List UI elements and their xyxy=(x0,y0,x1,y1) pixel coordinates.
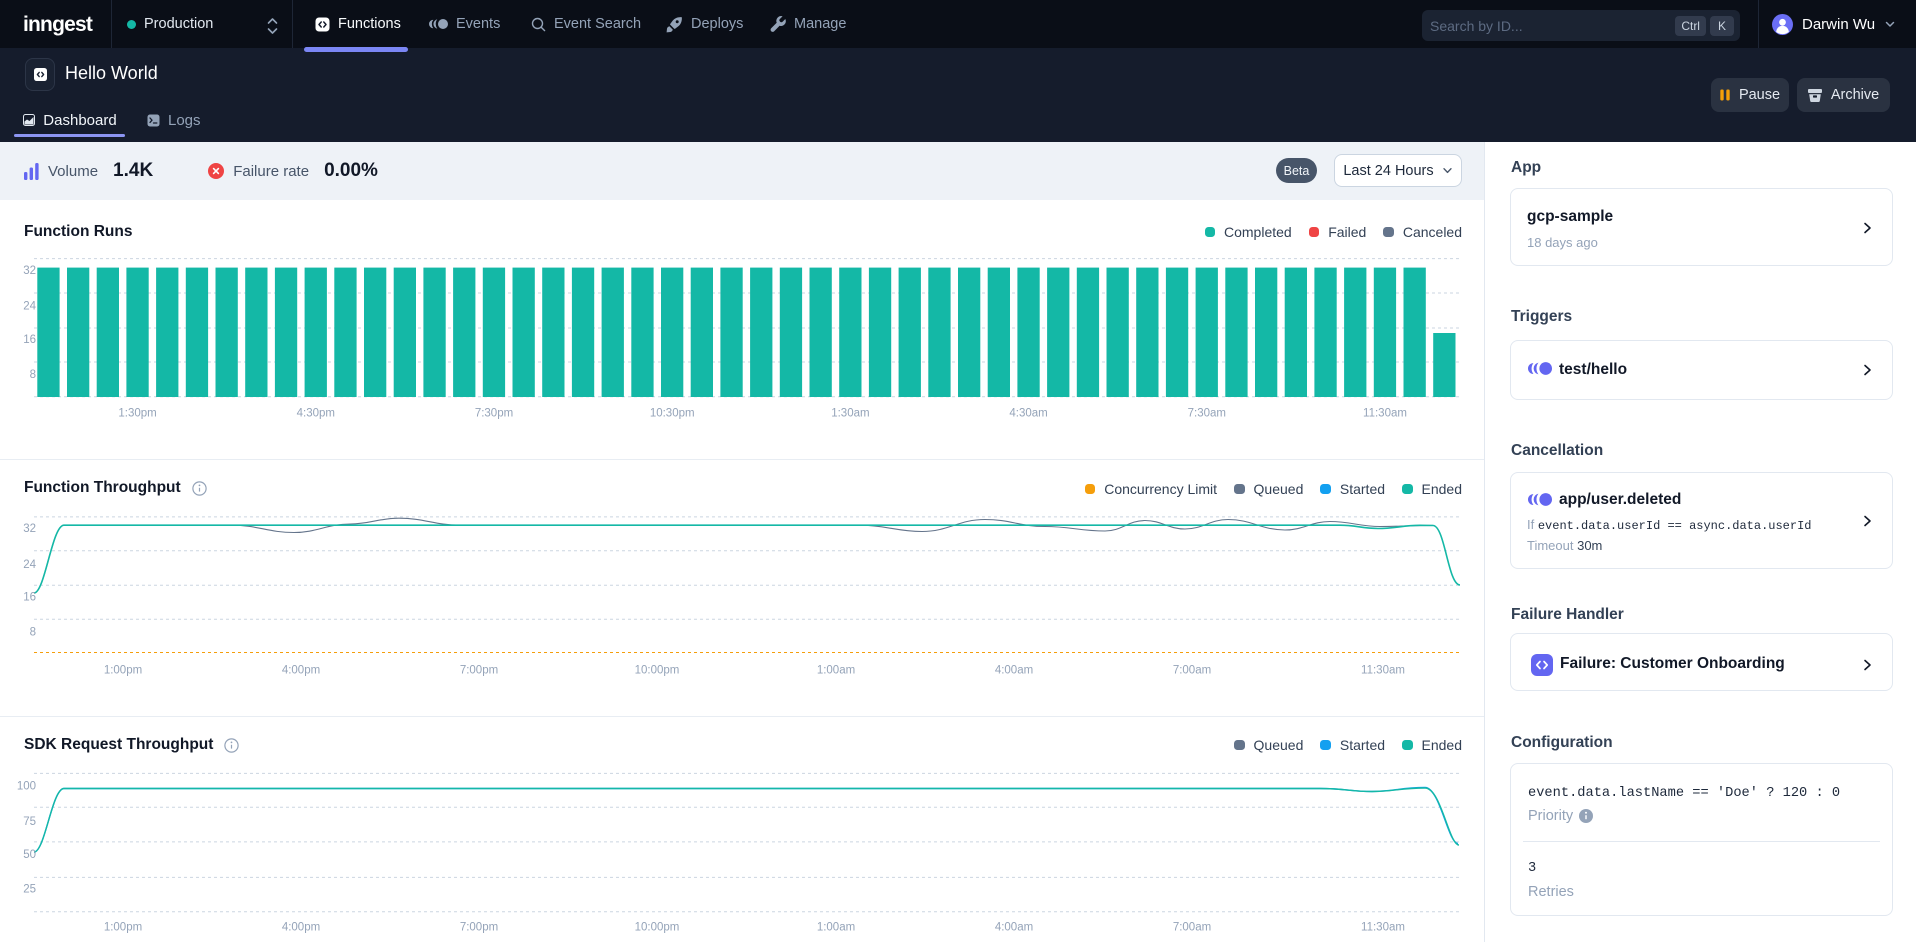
svg-text:7:00am: 7:00am xyxy=(1173,665,1211,677)
svg-text:100: 100 xyxy=(17,781,36,793)
svg-text:8: 8 xyxy=(30,369,36,381)
svg-text:1:30am: 1:30am xyxy=(831,407,869,419)
svg-text:11:30am: 11:30am xyxy=(1361,921,1405,933)
svg-text:10:00pm: 10:00pm xyxy=(635,921,680,933)
svg-text:10:00pm: 10:00pm xyxy=(635,665,680,677)
svg-text:24: 24 xyxy=(23,559,36,571)
svg-text:7:30pm: 7:30pm xyxy=(475,407,513,419)
svg-text:1:00am: 1:00am xyxy=(817,665,855,677)
svg-text:1:00pm: 1:00pm xyxy=(104,921,142,933)
svg-text:10:30pm: 10:30pm xyxy=(650,407,695,419)
svg-text:4:00am: 4:00am xyxy=(995,665,1033,677)
svg-text:1:00am: 1:00am xyxy=(817,921,855,933)
svg-text:25: 25 xyxy=(23,884,36,896)
svg-text:11:30am: 11:30am xyxy=(1363,407,1407,419)
svg-text:1:00pm: 1:00pm xyxy=(104,665,142,677)
svg-text:7:00pm: 7:00pm xyxy=(460,921,498,933)
svg-text:4:30pm: 4:30pm xyxy=(297,407,335,419)
svg-text:32: 32 xyxy=(23,523,36,535)
svg-text:4:30am: 4:30am xyxy=(1009,407,1047,419)
svg-text:16: 16 xyxy=(23,334,36,346)
svg-text:11:30am: 11:30am xyxy=(1361,665,1405,677)
svg-text:75: 75 xyxy=(23,816,36,828)
svg-text:1:30pm: 1:30pm xyxy=(118,407,156,419)
svg-text:50: 50 xyxy=(23,849,36,861)
svg-text:24: 24 xyxy=(23,300,36,312)
svg-text:4:00am: 4:00am xyxy=(995,921,1033,933)
svg-text:16: 16 xyxy=(23,592,36,604)
svg-text:8: 8 xyxy=(30,627,36,639)
svg-text:7:30am: 7:30am xyxy=(1188,407,1226,419)
svg-text:4:00pm: 4:00pm xyxy=(282,665,320,677)
svg-text:7:00pm: 7:00pm xyxy=(460,665,498,677)
svg-text:7:00am: 7:00am xyxy=(1173,921,1211,933)
svg-text:4:00pm: 4:00pm xyxy=(282,921,320,933)
svg-text:32: 32 xyxy=(23,265,36,277)
